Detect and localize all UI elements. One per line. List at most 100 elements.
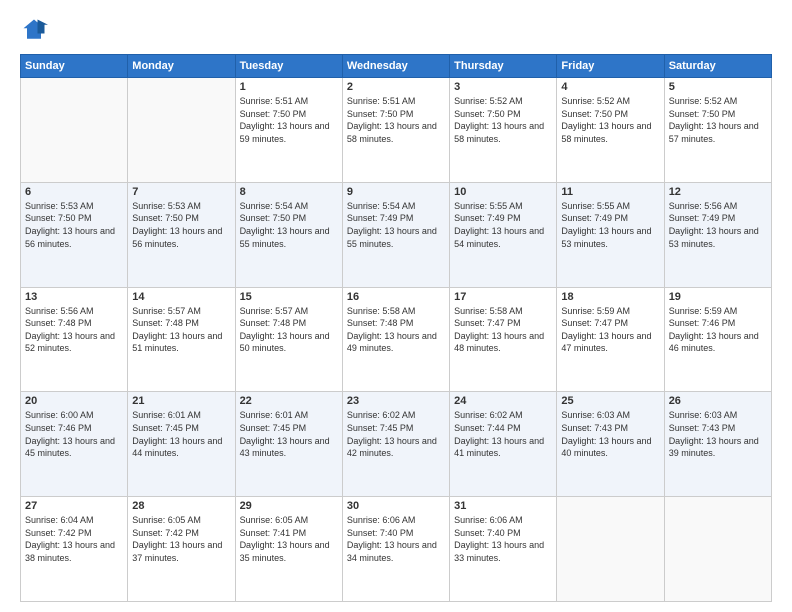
day-number: 13 [25, 291, 123, 303]
day-number: 18 [561, 291, 659, 303]
calendar-cell: 26 Sunrise: 6:03 AMSunset: 7:43 PMDayligh… [664, 392, 771, 497]
day-number: 8 [240, 186, 338, 198]
day-info: Sunrise: 6:05 AMSunset: 7:41 PMDaylight:… [240, 514, 338, 564]
day-number: 28 [132, 500, 230, 512]
weekday-header-sunday: Sunday [21, 55, 128, 78]
calendar-cell: 12 Sunrise: 5:56 AMSunset: 7:49 PMDayligh… [664, 182, 771, 287]
day-number: 7 [132, 186, 230, 198]
calendar-cell: 1Sunrise: 5:51 AMSunset: 7:50 PMDaylight… [235, 78, 342, 183]
calendar-cell: 3 Sunrise: 5:52 AMSunset: 7:50 PMDaylight… [450, 78, 557, 183]
weekday-header-row: SundayMondayTuesdayWednesdayThursdayFrid… [21, 55, 772, 78]
calendar-cell [557, 497, 664, 602]
day-info: Sunrise: 6:05 AMSunset: 7:42 PMDaylight:… [132, 514, 230, 564]
day-number: 1 [240, 81, 338, 93]
day-number: 30 [347, 500, 445, 512]
day-info: Sunrise: 5:52 AMSunset: 7:50 PMDaylight:… [454, 95, 552, 145]
calendar-cell: 27 Sunrise: 6:04 AMSunset: 7:42 PMDayligh… [21, 497, 128, 602]
day-number: 16 [347, 291, 445, 303]
calendar-cell: 2 Sunrise: 5:51 AMSunset: 7:50 PMDaylight… [342, 78, 449, 183]
day-info: Sunrise: 5:55 AMSunset: 7:49 PMDaylight:… [561, 200, 659, 250]
day-number: 22 [240, 395, 338, 407]
calendar-cell: 16Sunrise: 5:58 AMSunset: 7:48 PMDayligh… [342, 287, 449, 392]
calendar-week-2: 6Sunrise: 5:53 AMSunset: 7:50 PMDaylight… [21, 182, 772, 287]
calendar-cell: 8 Sunrise: 5:54 AMSunset: 7:50 PMDaylight… [235, 182, 342, 287]
calendar-cell: 20 Sunrise: 6:00 AMSunset: 7:46 PMDayligh… [21, 392, 128, 497]
calendar-cell: 22 Sunrise: 6:01 AMSunset: 7:45 PMDayligh… [235, 392, 342, 497]
calendar-cell [664, 497, 771, 602]
calendar-cell: 5 Sunrise: 5:52 AMSunset: 7:50 PMDaylight… [664, 78, 771, 183]
day-info: Sunrise: 5:53 AMSunset: 7:50 PMDaylight:… [25, 200, 123, 250]
calendar-week-4: 20 Sunrise: 6:00 AMSunset: 7:46 PMDayligh… [21, 392, 772, 497]
header [20, 16, 772, 44]
calendar-cell: 4 Sunrise: 5:52 AMSunset: 7:50 PMDaylight… [557, 78, 664, 183]
day-info: Sunrise: 6:06 AMSunset: 7:40 PMDaylight:… [454, 514, 552, 564]
day-number: 27 [25, 500, 123, 512]
calendar-cell: 30 Sunrise: 6:06 AMSunset: 7:40 PMDayligh… [342, 497, 449, 602]
day-info: Sunrise: 6:03 AMSunset: 7:43 PMDaylight:… [561, 409, 659, 459]
day-number: 25 [561, 395, 659, 407]
calendar-cell: 15Sunrise: 5:57 AMSunset: 7:48 PMDayligh… [235, 287, 342, 392]
calendar-cell: 28 Sunrise: 6:05 AMSunset: 7:42 PMDayligh… [128, 497, 235, 602]
day-info: Sunrise: 5:56 AMSunset: 7:49 PMDaylight:… [669, 200, 767, 250]
day-info: Sunrise: 5:56 AMSunset: 7:48 PMDaylight:… [25, 305, 123, 355]
calendar-cell: 9 Sunrise: 5:54 AMSunset: 7:49 PMDaylight… [342, 182, 449, 287]
day-info: Sunrise: 5:52 AMSunset: 7:50 PMDaylight:… [561, 95, 659, 145]
day-info: Sunrise: 6:01 AMSunset: 7:45 PMDaylight:… [240, 409, 338, 459]
day-info: Sunrise: 6:01 AMSunset: 7:45 PMDaylight:… [132, 409, 230, 459]
calendar-week-5: 27 Sunrise: 6:04 AMSunset: 7:42 PMDayligh… [21, 497, 772, 602]
calendar-cell: 23Sunrise: 6:02 AMSunset: 7:45 PMDayligh… [342, 392, 449, 497]
calendar-cell: 18Sunrise: 5:59 AMSunset: 7:47 PMDayligh… [557, 287, 664, 392]
day-number: 20 [25, 395, 123, 407]
day-info: Sunrise: 6:06 AMSunset: 7:40 PMDaylight:… [347, 514, 445, 564]
page: SundayMondayTuesdayWednesdayThursdayFrid… [0, 0, 792, 612]
weekday-header-friday: Friday [557, 55, 664, 78]
weekday-header-saturday: Saturday [664, 55, 771, 78]
day-info: Sunrise: 5:57 AMSunset: 7:48 PMDaylight:… [132, 305, 230, 355]
calendar-cell: 29 Sunrise: 6:05 AMSunset: 7:41 PMDayligh… [235, 497, 342, 602]
day-number: 19 [669, 291, 767, 303]
day-number: 4 [561, 81, 659, 93]
calendar-cell: 6Sunrise: 5:53 AMSunset: 7:50 PMDaylight… [21, 182, 128, 287]
weekday-header-monday: Monday [128, 55, 235, 78]
calendar-week-3: 13 Sunrise: 5:56 AMSunset: 7:48 PMDayligh… [21, 287, 772, 392]
day-number: 24 [454, 395, 552, 407]
calendar-cell: 7Sunrise: 5:53 AMSunset: 7:50 PMDaylight… [128, 182, 235, 287]
day-info: Sunrise: 5:57 AMSunset: 7:48 PMDaylight:… [240, 305, 338, 355]
day-number: 26 [669, 395, 767, 407]
day-info: Sunrise: 6:03 AMSunset: 7:43 PMDaylight:… [669, 409, 767, 459]
logo [20, 16, 52, 44]
calendar-cell: 24 Sunrise: 6:02 AMSunset: 7:44 PMDayligh… [450, 392, 557, 497]
day-number: 17 [454, 291, 552, 303]
calendar-table: SundayMondayTuesdayWednesdayThursdayFrid… [20, 54, 772, 602]
day-number: 29 [240, 500, 338, 512]
day-number: 9 [347, 186, 445, 198]
day-info: Sunrise: 5:55 AMSunset: 7:49 PMDaylight:… [454, 200, 552, 250]
weekday-header-tuesday: Tuesday [235, 55, 342, 78]
calendar-cell: 25 Sunrise: 6:03 AMSunset: 7:43 PMDayligh… [557, 392, 664, 497]
day-info: Sunrise: 5:58 AMSunset: 7:47 PMDaylight:… [454, 305, 552, 355]
day-info: Sunrise: 5:52 AMSunset: 7:50 PMDaylight:… [669, 95, 767, 145]
calendar-cell: 13 Sunrise: 5:56 AMSunset: 7:48 PMDayligh… [21, 287, 128, 392]
day-info: Sunrise: 5:51 AMSunset: 7:50 PMDaylight:… [347, 95, 445, 145]
day-number: 21 [132, 395, 230, 407]
calendar-cell: 11Sunrise: 5:55 AMSunset: 7:49 PMDayligh… [557, 182, 664, 287]
weekday-header-wednesday: Wednesday [342, 55, 449, 78]
day-number: 31 [454, 500, 552, 512]
day-number: 12 [669, 186, 767, 198]
day-info: Sunrise: 5:59 AMSunset: 7:46 PMDaylight:… [669, 305, 767, 355]
day-number: 3 [454, 81, 552, 93]
calendar-cell: 31 Sunrise: 6:06 AMSunset: 7:40 PMDayligh… [450, 497, 557, 602]
day-info: Sunrise: 6:02 AMSunset: 7:45 PMDaylight:… [347, 409, 445, 459]
day-info: Sunrise: 6:00 AMSunset: 7:46 PMDaylight:… [25, 409, 123, 459]
day-number: 2 [347, 81, 445, 93]
logo-icon [20, 16, 48, 44]
calendar-week-1: 1 Sunrise: 5:51 AMSunset: 7:50 PMDaylight… [21, 78, 772, 183]
day-info: Sunrise: 6:02 AMSunset: 7:44 PMDaylight:… [454, 409, 552, 459]
day-info: Sunrise: 5:54 AMSunset: 7:49 PMDaylight:… [347, 200, 445, 250]
day-info: Sunrise: 5:54 AMSunset: 7:50 PMDaylight:… [240, 200, 338, 250]
day-number: 5 [669, 81, 767, 93]
calendar-cell [128, 78, 235, 183]
weekday-header-thursday: Thursday [450, 55, 557, 78]
day-info: Sunrise: 6:04 AMSunset: 7:42 PMDaylight:… [25, 514, 123, 564]
calendar-cell: 19 Sunrise: 5:59 AMSunset: 7:46 PMDayligh… [664, 287, 771, 392]
